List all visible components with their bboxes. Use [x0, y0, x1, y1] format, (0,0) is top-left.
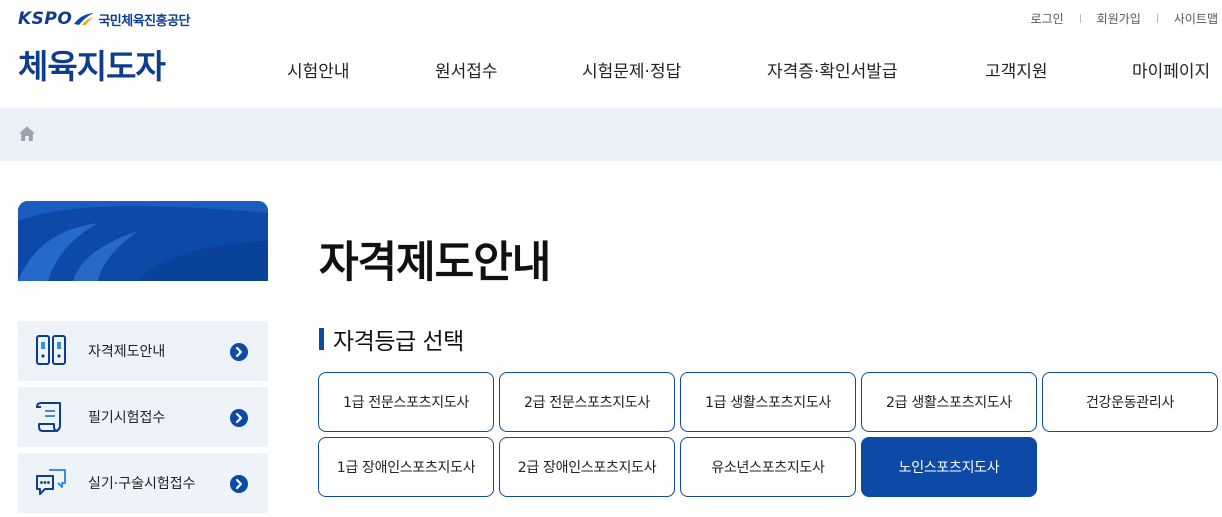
- grade-button-senior-sports[interactable]: 노인스포츠지도사: [861, 437, 1037, 497]
- divider: [1156, 14, 1158, 23]
- grade-button-2nd-disabled-sports[interactable]: 2급 장애인스포츠지도사: [499, 437, 675, 497]
- sidebar-item-label: 필기시험접수: [88, 410, 166, 426]
- sitemap-link[interactable]: 사이트맵: [1174, 10, 1218, 27]
- breadcrumb: [0, 108, 1222, 161]
- sidebar-item-written-exam[interactable]: 필기시험접수: [18, 387, 268, 447]
- sidebar-item-practical-exam[interactable]: 실기·구술시험접수: [18, 453, 268, 513]
- grade-button-2nd-pro-sports[interactable]: 2급 전문스포츠지도사: [499, 372, 675, 432]
- chevron-right-icon: [230, 475, 248, 493]
- login-link[interactable]: 로그인: [1031, 10, 1064, 27]
- section-title-text: 자격등급 선택: [333, 329, 464, 355]
- signup-link[interactable]: 회원가입: [1097, 10, 1141, 27]
- section-bar-marker: [319, 328, 324, 350]
- kspo-logo[interactable]: KSPO 국민체육진흥공단: [18, 8, 191, 30]
- grade-button-1st-disabled-sports[interactable]: 1급 장애인스포츠지도사: [318, 437, 494, 497]
- sidebar-item-label: 자격제도안내: [88, 344, 166, 360]
- banner-graphic-icon: [18, 201, 268, 281]
- grade-button-2nd-life-sports[interactable]: 2급 생활스포츠지도사: [861, 372, 1037, 432]
- main-navigation: 시험안내 원서접수 시험문제·정답 자격증·확인서발급 고객지원 마이페이지: [0, 57, 1222, 82]
- sidebar-item-qualification-guide[interactable]: 자격제도안내: [18, 321, 268, 381]
- chevron-right-icon: [230, 409, 248, 427]
- utility-links: 로그인 회원가입 사이트맵: [1031, 10, 1218, 27]
- gnb-certificate[interactable]: 자격증·확인서발급: [767, 57, 898, 82]
- logo-org-name: 국민체육진흥공단: [98, 13, 191, 29]
- grade-button-youth-sports[interactable]: 유소년스포츠지도사: [680, 437, 856, 497]
- page-title: 자격제도안내: [319, 238, 551, 288]
- gnb-mypage[interactable]: 마이페이지: [1132, 57, 1210, 82]
- logo-kspo-text: KSPO: [18, 9, 73, 29]
- section-title: 자격등급 선택: [319, 324, 464, 355]
- grade-button-health-exercise[interactable]: 건강운동관리사: [1042, 372, 1218, 432]
- chat-bubbles-icon: [36, 469, 66, 495]
- grade-button-1st-life-sports[interactable]: 1급 생활스포츠지도사: [680, 372, 856, 432]
- sidebar-banner: [18, 201, 268, 281]
- gnb-support[interactable]: 고객지원: [985, 57, 1048, 82]
- chevron-right-icon: [230, 343, 248, 361]
- site-header: KSPO 국민체육진흥공단 체육지도자 로그인 회원가입 사이트맵 시험안내 원…: [0, 0, 1222, 108]
- home-icon[interactable]: [18, 125, 36, 143]
- gnb-application[interactable]: 원서접수: [435, 57, 498, 82]
- gnb-exam-guide[interactable]: 시험안내: [287, 57, 350, 82]
- sidebar-item-label: 실기·구술시험접수: [88, 476, 196, 492]
- gnb-exam-answers[interactable]: 시험문제·정답: [582, 57, 681, 82]
- certificate-doc-icon: [36, 335, 66, 365]
- scroll-doc-icon: [35, 402, 61, 432]
- grade-button-1st-pro-sports[interactable]: 1급 전문스포츠지도사: [318, 372, 494, 432]
- divider: [1079, 14, 1081, 23]
- logo-swoosh-icon: [74, 13, 95, 25]
